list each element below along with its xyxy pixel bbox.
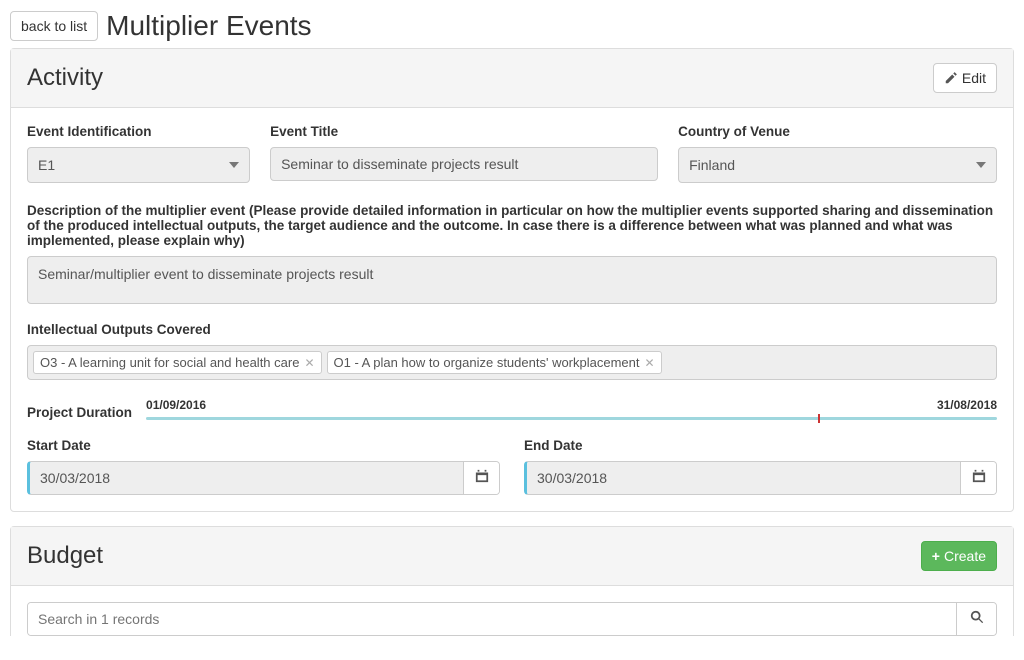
- edit-button[interactable]: Edit: [933, 63, 997, 93]
- timeline-marker: [818, 414, 820, 423]
- activity-panel: Activity Edit Event Identification E1 Ev…: [10, 48, 1014, 512]
- back-to-list-button[interactable]: back to list: [10, 11, 98, 41]
- budget-heading: Budget: [27, 542, 103, 570]
- activity-heading: Activity: [27, 64, 103, 92]
- event-title-label: Event Title: [270, 124, 658, 139]
- end-date-picker-button[interactable]: [960, 462, 996, 494]
- description-label: Description of the multiplier event (Ple…: [27, 203, 997, 248]
- plus-icon: +: [932, 548, 940, 564]
- outputs-tagbox[interactable]: O3 - A learning unit for social and heal…: [27, 345, 997, 380]
- end-date-label: End Date: [524, 438, 997, 453]
- start-date-picker-button[interactable]: [463, 462, 499, 494]
- event-id-label: Event Identification: [27, 124, 250, 139]
- close-icon[interactable]: ✕: [304, 356, 314, 370]
- budget-search-button[interactable]: [956, 603, 996, 635]
- chevron-down-icon: [229, 162, 239, 168]
- event-id-select[interactable]: E1: [27, 147, 250, 183]
- create-button-label: Create: [944, 548, 986, 564]
- calendar-icon: [475, 469, 489, 483]
- duration-start-date: 01/09/2016: [146, 398, 206, 412]
- pencil-icon: [944, 71, 958, 85]
- calendar-icon: [972, 469, 986, 483]
- search-icon: [970, 610, 984, 624]
- description-textarea[interactable]: Seminar/multiplier event to disseminate …: [27, 256, 997, 304]
- output-tag: O1 - A plan how to organize students' wo…: [327, 351, 662, 374]
- end-date-input[interactable]: [527, 462, 960, 494]
- budget-search-input[interactable]: [28, 603, 956, 635]
- country-value: Finland: [689, 157, 735, 173]
- event-id-value: E1: [38, 157, 55, 173]
- duration-end-date: 31/08/2018: [937, 398, 997, 412]
- close-icon[interactable]: ✕: [645, 356, 655, 370]
- country-label: Country of Venue: [678, 124, 997, 139]
- project-duration-label: Project Duration: [27, 405, 132, 420]
- chevron-down-icon: [976, 162, 986, 168]
- output-tag: O3 - A learning unit for social and heal…: [33, 351, 322, 374]
- start-date-label: Start Date: [27, 438, 500, 453]
- output-tag-label: O3 - A learning unit for social and heal…: [40, 355, 299, 370]
- event-title-input[interactable]: Seminar to disseminate projects result: [270, 147, 658, 181]
- start-date-input[interactable]: [30, 462, 463, 494]
- outputs-label: Intellectual Outputs Covered: [27, 322, 997, 337]
- project-duration-timeline: 01/09/2016 31/08/2018: [146, 400, 997, 424]
- edit-button-label: Edit: [962, 70, 986, 86]
- country-select[interactable]: Finland: [678, 147, 997, 183]
- budget-panel: Budget + Create: [10, 526, 1014, 636]
- create-button[interactable]: + Create: [921, 541, 997, 571]
- output-tag-label: O1 - A plan how to organize students' wo…: [334, 355, 640, 370]
- page-title: Multiplier Events: [106, 10, 311, 42]
